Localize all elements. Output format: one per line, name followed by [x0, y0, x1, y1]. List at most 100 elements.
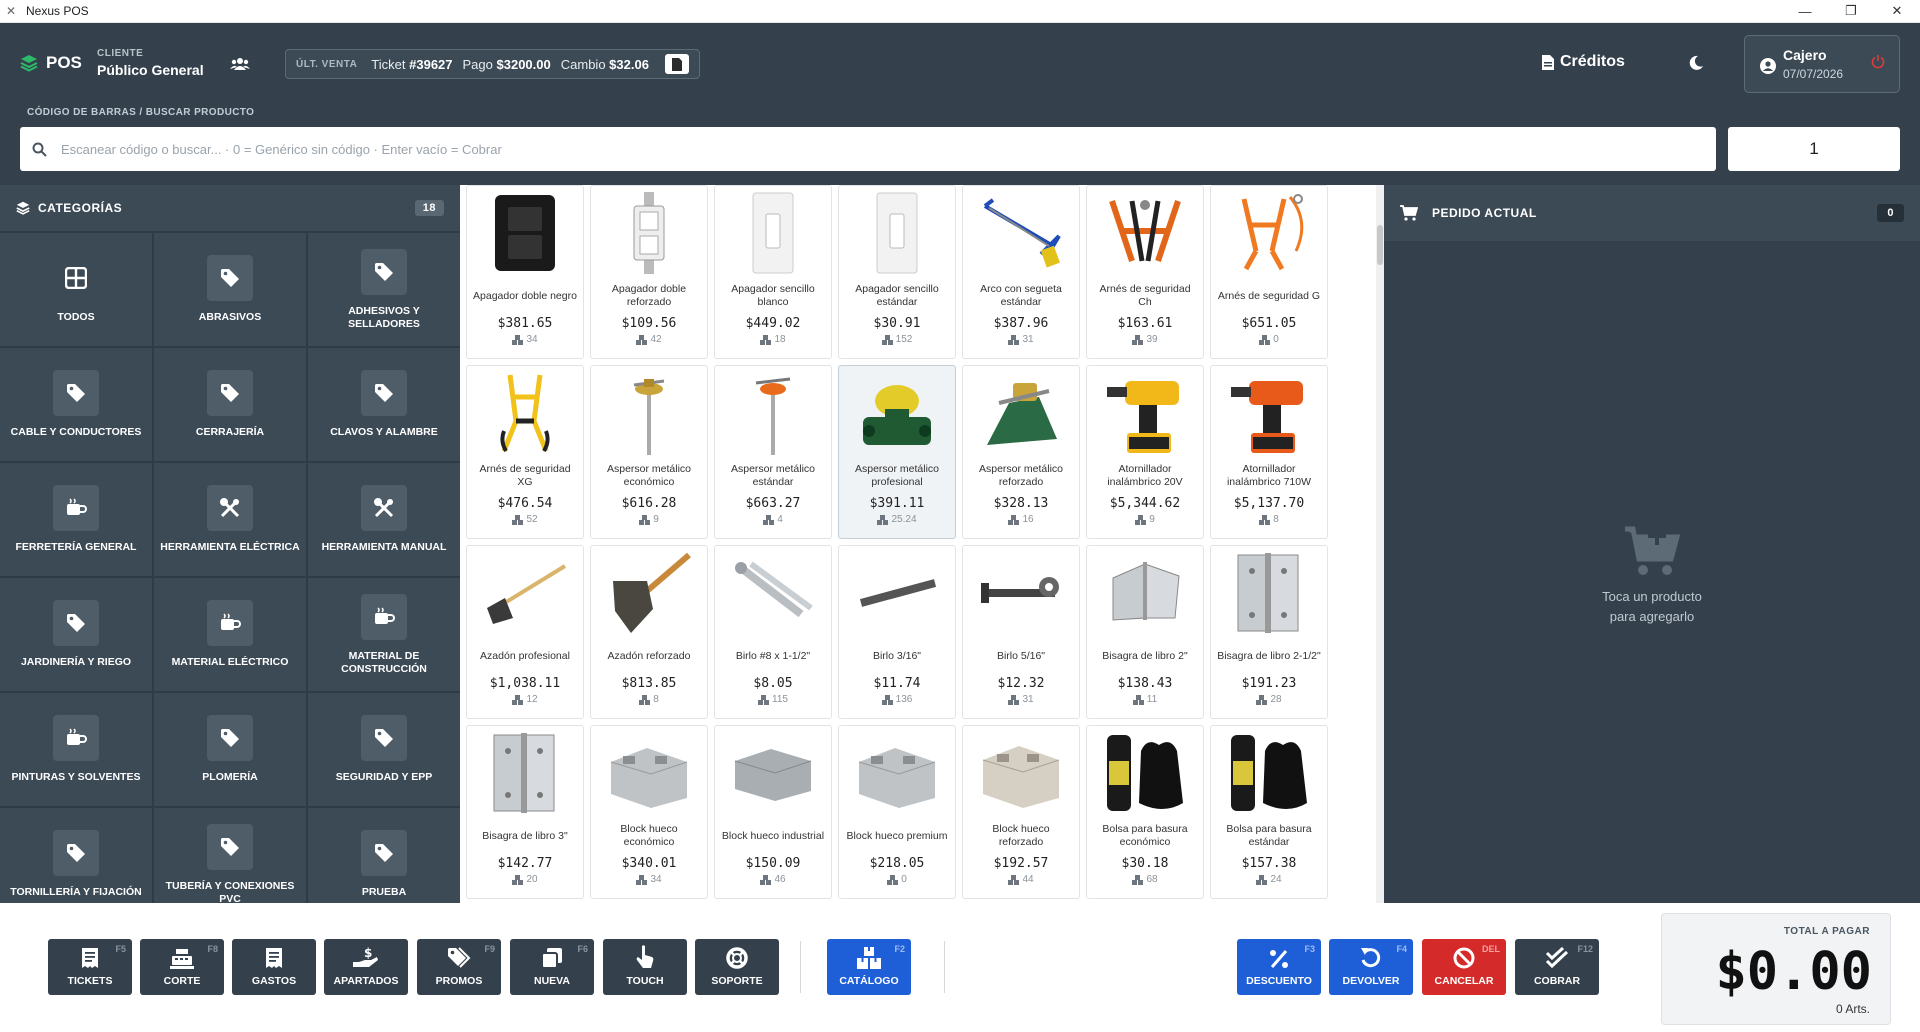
product-card[interactable]: Arnés de seguridad XG $476.54 52 — [466, 365, 584, 539]
product-card[interactable]: Atornillador inalámbrico 20V $5,344.62 9 — [1086, 365, 1204, 539]
button-label: CORTE — [163, 975, 201, 987]
order-count: 0 — [1877, 204, 1904, 222]
search-input[interactable] — [61, 141, 1661, 157]
product-card[interactable]: Aspersor metálico reforzado $328.13 16 — [962, 365, 1080, 539]
quantity-input[interactable]: 1 — [1728, 127, 1900, 171]
category-tile[interactable]: CABLE Y CONDUCTORES — [0, 348, 152, 461]
order-empty-state: Toca un producto para agregarlo — [1384, 525, 1920, 627]
category-tile[interactable]: MATERIAL DE CONSTRUCCIÓN — [308, 578, 460, 691]
product-card[interactable]: Apagador doble reforzado $109.56 42 — [590, 185, 708, 359]
category-tile[interactable]: FERRETERÍA GENERAL — [0, 463, 152, 576]
product-name: Apagador doble reforzado — [611, 283, 687, 308]
catalogo-button[interactable]: F2 CATÁLOGO — [827, 939, 911, 995]
restore-button[interactable]: ❐ — [1828, 0, 1874, 22]
product-card[interactable]: Atornillador inalámbrico 710W $5,137.70 8 — [1210, 365, 1328, 539]
devolver-button[interactable]: F4 DEVOLVER — [1329, 939, 1413, 995]
category-tile[interactable]: MATERIAL ELÉCTRICO — [154, 578, 306, 691]
product-card[interactable]: Bisagra de libro 2" $138.43 11 — [1086, 545, 1204, 719]
category-tile[interactable]: PLOMERÍA — [154, 693, 306, 806]
tag-icon — [207, 370, 253, 416]
boxes-icon — [763, 514, 775, 525]
search-field[interactable] — [20, 127, 1716, 171]
category-tile[interactable]: CERRAJERÍA — [154, 348, 306, 461]
product-stock: 11 — [1132, 694, 1157, 705]
scrollbar-thumb[interactable] — [1377, 225, 1383, 265]
product-card[interactable]: Arco con segueta estándar $387.96 31 — [962, 185, 1080, 359]
product-card[interactable]: Arnés de seguridad G $651.05 0 — [1210, 185, 1328, 359]
product-card[interactable]: Birlo #8 x 1-1/2" $8.05 115 — [714, 545, 832, 719]
product-card[interactable]: Aspersor metálico profesional $391.11 25.2… — [838, 365, 956, 539]
product-card[interactable]: Azadón reforzado $813.85 8 — [590, 545, 708, 719]
category-tile[interactable]: TODOS — [0, 233, 152, 346]
user-circle-icon — [1760, 58, 1776, 74]
promos-button[interactable]: F9 PROMOS — [417, 939, 501, 995]
product-card[interactable]: Block hueco premium $218.05 0 — [838, 725, 956, 899]
product-price: $387.96 — [993, 316, 1049, 331]
category-tile[interactable]: JARDINERÍA Y RIEGO — [0, 578, 152, 691]
category-tile[interactable]: HERRAMIENTA MANUAL — [308, 463, 460, 576]
product-stock: 0 — [887, 874, 907, 885]
product-price: $5,137.70 — [1233, 496, 1305, 511]
product-card[interactable]: Apagador sencillo estándar $30.91 152 — [838, 185, 956, 359]
category-tile[interactable]: HERRAMIENTA ELÉCTRICA — [154, 463, 306, 576]
order-empty-line2: para agregarlo — [1609, 609, 1695, 624]
cajero-panel[interactable]: Cajero 07/07/2026 — [1744, 35, 1900, 93]
gastos-button[interactable]: GASTOS — [232, 939, 316, 995]
boxes-icon — [639, 514, 651, 525]
cancelar-button[interactable]: DEL CANCELAR — [1422, 939, 1506, 995]
category-tile[interactable]: CLAVOS Y ALAMBRE — [308, 348, 460, 461]
cobrar-button[interactable]: F12 COBRAR — [1515, 939, 1599, 995]
cliente-selector[interactable]: CLIENTE Público General — [97, 48, 204, 78]
power-icon[interactable] — [1871, 54, 1885, 69]
category-tile[interactable]: PRUEBA — [308, 808, 460, 903]
order-empty-line1: Toca un producto — [1602, 589, 1702, 604]
boxes-icon — [877, 514, 889, 525]
soporte-button[interactable]: SOPORTE — [695, 939, 779, 995]
product-image — [1102, 190, 1188, 276]
product-price: $381.65 — [497, 316, 553, 331]
product-name: Atornillador inalámbrico 20V — [1107, 463, 1183, 488]
category-tile[interactable]: PINTURAS Y SOLVENTES — [0, 693, 152, 806]
product-card[interactable]: Block hueco industrial $150.09 46 — [714, 725, 832, 899]
minimize-button[interactable]: — — [1782, 0, 1828, 22]
category-tile[interactable]: ABRASIVOS — [154, 233, 306, 346]
nueva-button[interactable]: F6 NUEVA — [510, 939, 594, 995]
product-card[interactable]: Aspersor metálico estándar $663.27 4 — [714, 365, 832, 539]
product-name: Apagador doble negro — [473, 289, 577, 302]
boxes-icon — [1256, 874, 1268, 885]
category-tile[interactable]: TUBERÍA Y CONEXIONES PVC — [154, 808, 306, 903]
product-card[interactable]: Apagador doble negro $381.65 34 — [466, 185, 584, 359]
category-tile[interactable]: ADHESIVOS Y SELLADORES — [308, 233, 460, 346]
products-scrollbar[interactable] — [1376, 185, 1384, 903]
product-card[interactable]: Bisagra de libro 3" $142.77 20 — [466, 725, 584, 899]
products-area: Apagador doble negro $381.65 34 Apagador do… — [460, 185, 1382, 903]
creditos-button[interactable]: Créditos — [1542, 53, 1625, 71]
product-card[interactable]: Bisagra de libro 2-1/2" $191.23 28 — [1210, 545, 1328, 719]
product-card[interactable]: Aspersor metálico económico $616.28 9 — [590, 365, 708, 539]
boxes-icon — [1008, 334, 1020, 345]
boxes-icon — [887, 874, 899, 885]
print-ticket-icon[interactable] — [664, 54, 689, 74]
product-card[interactable]: Block hueco reforzado $192.57 44 — [962, 725, 1080, 899]
product-card[interactable]: Arnés de seguridad Ch $163.61 39 — [1086, 185, 1204, 359]
product-card[interactable]: Bolsa para basura estándar $157.38 24 — [1210, 725, 1328, 899]
category-tile[interactable]: TORNILLERÍA Y FIJACIÓN — [0, 808, 152, 903]
category-tile[interactable]: SEGURIDAD Y EPP — [308, 693, 460, 806]
product-card[interactable]: Block hueco económico $340.01 34 — [590, 725, 708, 899]
users-icon[interactable] — [230, 56, 250, 77]
product-card[interactable]: Birlo 5/16" $12.32 31 — [962, 545, 1080, 719]
product-card[interactable]: Azadón profesional $1,038.11 12 — [466, 545, 584, 719]
moon-icon[interactable] — [1688, 55, 1704, 76]
boxes-icon — [760, 874, 772, 885]
close-button[interactable]: ✕ — [1874, 0, 1920, 22]
descuento-button[interactable]: F3 DESCUENTO — [1237, 939, 1321, 995]
corte-button[interactable]: F8 CORTE — [140, 939, 224, 995]
apartados-button[interactable]: $ APARTADOS — [324, 939, 408, 995]
shortcut-key: F8 — [207, 944, 218, 954]
product-card[interactable]: Bolsa para basura económico $30.18 68 — [1086, 725, 1204, 899]
product-card[interactable]: Apagador sencillo blanco $449.02 18 — [714, 185, 832, 359]
product-card[interactable]: Birlo 3/16" $11.74 136 — [838, 545, 956, 719]
category-label: MATERIAL DE CONSTRUCCIÓN — [341, 649, 427, 675]
tickets-button[interactable]: F5 TICKETS — [48, 939, 132, 995]
touch-button[interactable]: TOUCH — [603, 939, 687, 995]
